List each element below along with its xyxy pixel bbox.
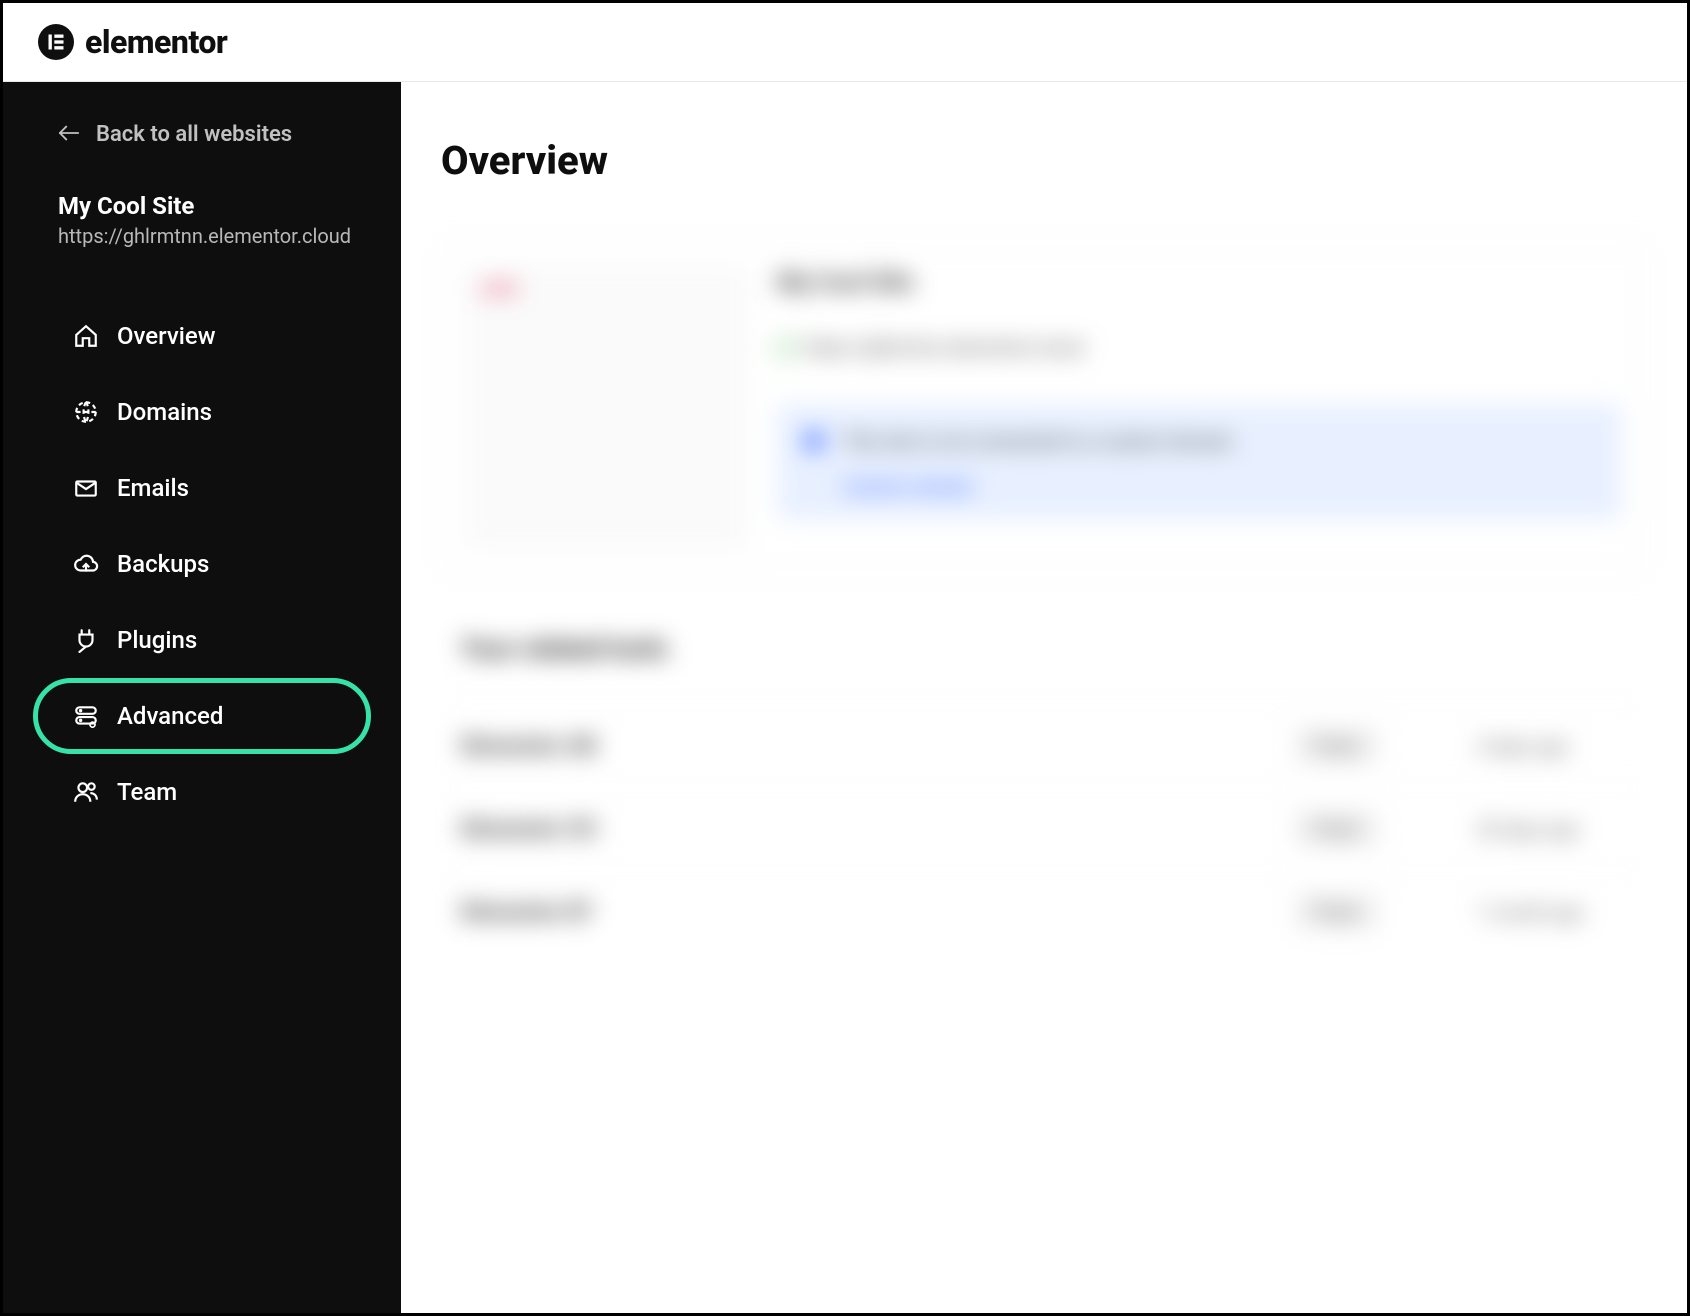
back-to-websites-link[interactable]: Back to all websites [3, 122, 401, 192]
info-icon [805, 432, 823, 450]
app-header: elementor [3, 3, 1687, 82]
sidebar-item-emails[interactable]: Emails [33, 450, 371, 526]
tool-badge: Plugin [1296, 812, 1377, 846]
card-site-url-row: https://ghlrmtnn.elementor.cloud [777, 336, 1621, 359]
tool-row: Elementor CD Plugin 20 days ago [441, 787, 1647, 870]
logo-icon [38, 24, 74, 60]
tool-badge: Plugin [1296, 895, 1377, 929]
sidebar-item-plugins[interactable]: Plugins [33, 602, 371, 678]
notice-text: This site is not connected to a custom d… [843, 428, 1233, 457]
sidebar-item-overview[interactable]: Overview [33, 298, 371, 374]
sidebar-item-domains[interactable]: Domains [33, 374, 371, 450]
cloud-icon [73, 551, 99, 577]
globe-icon [73, 399, 99, 425]
tool-badge: Plugin [1296, 729, 1377, 763]
site-url: https://ghlrmtnn.elementor.cloud [58, 224, 346, 248]
page-title: Overview [441, 137, 1647, 184]
home-icon [73, 323, 99, 349]
server-icon [73, 703, 99, 729]
sidebar-item-advanced[interactable]: Advanced [33, 678, 371, 754]
arrow-left-icon [58, 122, 80, 147]
card-site-name: My Cool Site [777, 268, 1621, 296]
sidebar-item-label: Team [117, 778, 177, 806]
card-site-url: https://ghlrmtnn.elementor.cloud [805, 336, 1083, 359]
tool-time: 20 days ago [1477, 818, 1627, 841]
sidebar-nav: Overview Domains Emails Backups [3, 298, 401, 830]
domain-notice: This site is not connected to a custom d… [777, 404, 1621, 520]
users-icon [73, 779, 99, 805]
main-content: Overview LIVE My Cool Site https://ghlrm… [401, 82, 1687, 1313]
plug-icon [73, 627, 99, 653]
section-title: Your related tools [441, 634, 1647, 664]
tool-row: Elementor EF Plugin 1 month ago [441, 870, 1647, 953]
tool-name: Elementor EF [461, 900, 1296, 925]
tool-time: 4 days ago [1477, 735, 1627, 758]
logo-text: elementor [85, 23, 227, 61]
sidebar: Back to all websites My Cool Site https:… [3, 82, 401, 1313]
sidebar-item-label: Plugins [117, 626, 197, 654]
site-preview: LIVE [467, 268, 747, 548]
lock-icon [777, 339, 795, 357]
live-badge: LIVE [480, 279, 517, 300]
sidebar-item-label: Emails [117, 474, 189, 502]
blurred-content: LIVE My Cool Site https://ghlrmtnn.eleme… [441, 242, 1647, 953]
tool-time: 1 month ago [1477, 901, 1627, 924]
sidebar-item-team[interactable]: Team [33, 754, 371, 830]
tool-name: Elementor AB [461, 734, 1296, 759]
mail-icon [73, 475, 99, 501]
site-name: My Cool Site [58, 192, 346, 220]
site-info: My Cool Site https://ghlrmtnn.elementor.… [3, 192, 401, 298]
sidebar-item-label: Advanced [117, 702, 223, 730]
tool-name: Elementor CD [461, 817, 1296, 842]
sidebar-item-label: Domains [117, 398, 212, 426]
sidebar-item-label: Overview [117, 322, 216, 350]
sidebar-item-backups[interactable]: Backups [33, 526, 371, 602]
back-link-label: Back to all websites [96, 122, 292, 147]
sidebar-item-label: Backups [117, 550, 209, 578]
site-overview-card: LIVE My Cool Site https://ghlrmtnn.eleme… [441, 242, 1647, 574]
brand-logo[interactable]: elementor [38, 23, 227, 61]
connect-domain-link[interactable]: Connect a domain [843, 477, 1233, 496]
tool-row: Elementor AB Plugin 4 days ago [441, 704, 1647, 787]
